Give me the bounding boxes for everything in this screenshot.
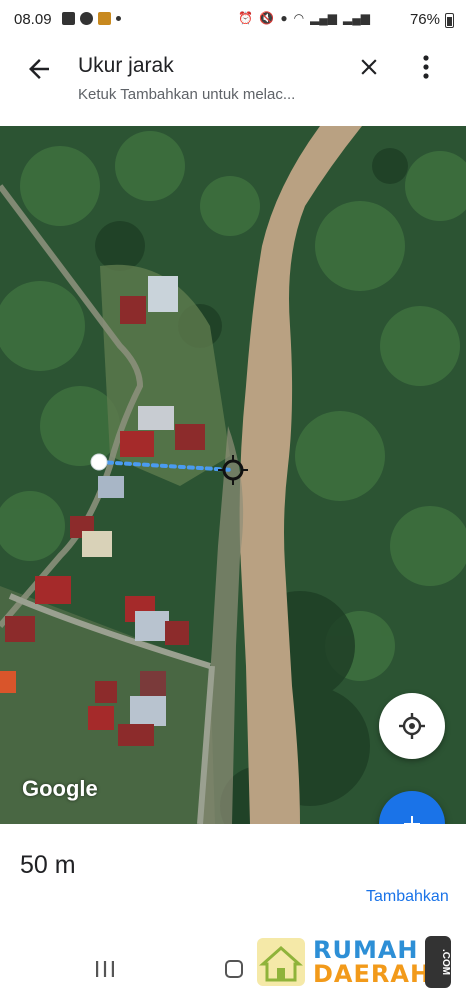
more-options-icon[interactable]	[416, 52, 436, 82]
home-button-icon[interactable]	[225, 960, 243, 978]
signal-icon: ▂▄▆	[310, 11, 338, 25]
watermark-line2: DAERAH	[313, 960, 432, 988]
watermark-logo: RUMAH DAERAH .COM	[255, 932, 460, 992]
watermark-text: RUMAH DAERAH	[313, 938, 431, 986]
app-header: Ukur jarak Ketuk Tambahkan untuk melac..…	[0, 40, 466, 126]
status-bar: 08.09 ⏰ 🔇 ● ◠ ▂▄▆ ▂▄▆ 76%	[0, 0, 466, 40]
alarm-icon: ⏰	[238, 11, 254, 25]
mute-icon: 🔇	[259, 11, 275, 25]
status-right-icons: ⏰ 🔇 ● ◠ ▂▄▆ ▂▄▆	[238, 11, 370, 25]
app-badge-icon	[98, 12, 111, 25]
status-time: 08.09	[14, 11, 52, 28]
battery-percent: 76%	[409, 11, 440, 28]
signal-icon-2: ▂▄▆	[343, 11, 370, 25]
watermark-line1: RUMAH	[313, 936, 419, 964]
recent-apps-icon[interactable]	[94, 960, 116, 978]
my-location-icon	[399, 713, 425, 739]
dot-icon	[116, 16, 121, 21]
wifi-icon: ◠	[293, 11, 305, 25]
back-arrow-icon[interactable]	[24, 54, 54, 84]
watermark-suffix: .COM	[425, 936, 451, 988]
location-icon: ●	[280, 11, 288, 25]
status-left-icons	[62, 12, 121, 25]
close-icon[interactable]	[356, 54, 382, 80]
page-subtitle: Ketuk Tambahkan untuk melac...	[78, 86, 296, 103]
battery-icon	[445, 13, 454, 28]
my-location-button[interactable]	[379, 693, 445, 759]
gallery-icon	[62, 12, 75, 25]
satellite-map[interactable]: Google	[0, 126, 466, 824]
house-logo-icon	[257, 938, 305, 986]
measured-distance: 50 m	[20, 851, 76, 879]
page-title: Ukur jarak	[78, 54, 174, 77]
whatsapp-icon	[80, 12, 93, 25]
plus-icon	[404, 816, 420, 824]
google-attribution: Google	[22, 776, 98, 801]
add-point-link[interactable]: Tambahkan	[366, 888, 449, 906]
measure-start-point[interactable]	[90, 453, 108, 471]
